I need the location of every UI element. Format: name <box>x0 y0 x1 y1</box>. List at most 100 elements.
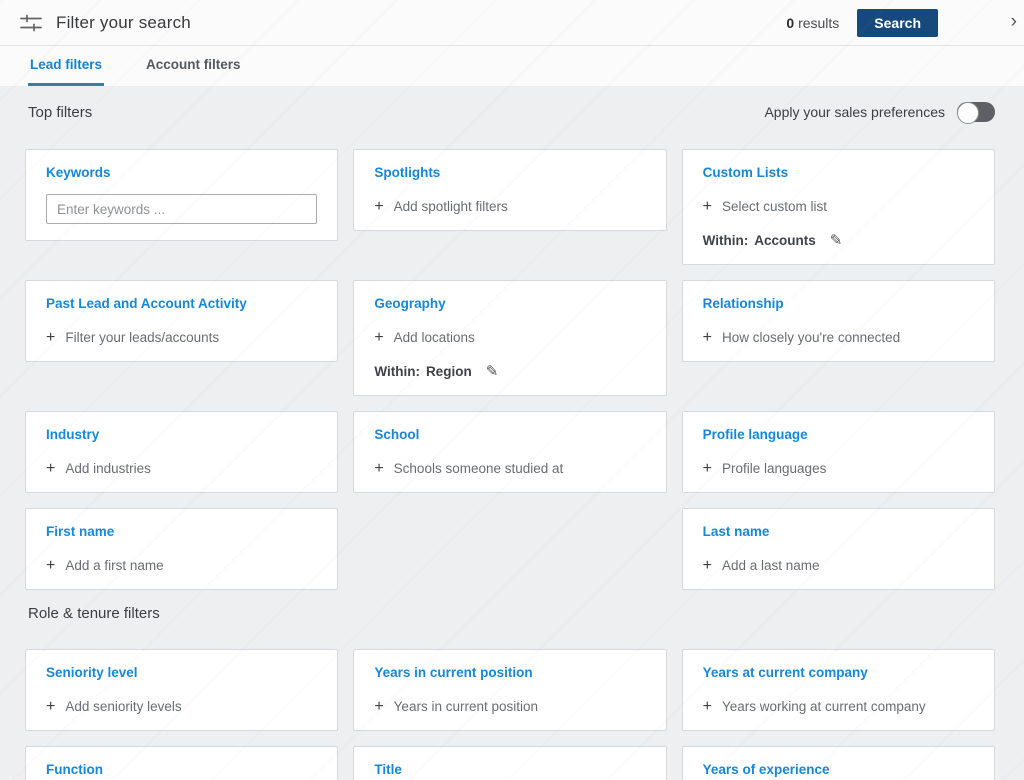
search-button[interactable]: Search <box>857 9 938 37</box>
filter-sliders-icon <box>20 14 42 32</box>
add-filter-action-label: Add a last name <box>722 557 820 574</box>
add-filter-action[interactable]: + Schools someone studied at <box>374 460 645 477</box>
filter-card-title: Keywords <box>46 164 317 181</box>
results-count: 0 results <box>786 15 839 31</box>
filter-card-industry: Industry + Add industries <box>25 411 338 493</box>
filter-card-title: Profile language <box>703 426 974 443</box>
panel-header: Filter your search 0 results Search › <box>0 0 1024 46</box>
plus-icon: + <box>46 558 55 573</box>
filter-card-title: First name <box>46 523 317 540</box>
filter-card-school: School+Schools someone studied at <box>353 411 666 493</box>
add-filter-action[interactable]: + Profile languages <box>703 460 974 477</box>
add-filter-action-label: Add locations <box>394 329 475 346</box>
add-filter-action[interactable]: + Add spotlight filters <box>374 198 645 215</box>
filter-card-spotlights: Spotlights + Add spotlight filters <box>353 149 666 231</box>
filter-card-title: Title <box>353 746 666 780</box>
filter-panel: Filter your search 0 results Search › Le… <box>0 0 1024 780</box>
plus-icon: + <box>374 330 383 345</box>
filter-card-title: Title <box>374 761 645 778</box>
filter-card-years-of-experience: Years of experience <box>682 746 995 780</box>
plus-icon: + <box>703 330 712 345</box>
plus-icon: + <box>46 461 55 476</box>
filter-card-title: Seniority level <box>46 664 317 681</box>
keywords-input[interactable] <box>46 194 317 224</box>
section-heading: Role & tenure filters <box>28 605 160 622</box>
filter-card-row: Seniority level + Add seniority levels Year… <box>0 649 1024 731</box>
add-filter-action[interactable]: + Select custom list <box>703 198 974 215</box>
add-filter-action[interactable]: + Add a last name <box>703 557 974 574</box>
filter-card-title: Relationship <box>703 295 974 312</box>
within-value: Region <box>426 363 472 380</box>
filter-card-row: First name+Add a first nameLast name+Add… <box>0 508 1024 590</box>
filter-card-row: Past Lead and Account Activity + Filter yo… <box>0 280 1024 396</box>
filter-card-relationship: Relationship + How closely you're connecte… <box>682 280 995 362</box>
plus-icon: + <box>374 461 383 476</box>
add-filter-action-label: Add spotlight filters <box>394 198 508 215</box>
filter-card-first-name: First name +Add a first name <box>25 508 338 590</box>
section-header-row: Role & tenure filters <box>0 605 1024 622</box>
add-filter-action-label: Profile languages <box>722 460 826 477</box>
tab-account-filters[interactable]: Account filters <box>144 46 243 86</box>
add-filter-action-label: Select custom list <box>722 198 827 215</box>
within-row: Within: Accounts ✎ <box>703 232 974 249</box>
plus-icon: + <box>374 199 383 214</box>
add-filter-action[interactable]: +Add a first name <box>46 557 317 574</box>
filter-card-title: Spotlights <box>374 164 645 181</box>
results-number: 0 <box>786 15 794 31</box>
plus-icon: + <box>374 699 383 714</box>
filter-card-title: Industry <box>46 426 317 443</box>
add-filter-action-label: Add industries <box>65 460 151 477</box>
add-filter-action-label: Filter your leads/accounts <box>65 329 219 346</box>
add-filter-action[interactable]: + Add seniority levels <box>46 698 317 715</box>
filter-card-past-lead-account-activity: Past Lead and Account Activity + Filter yo… <box>25 280 338 362</box>
filter-card-seniority-level: Seniority level + Add seniority levels <box>25 649 338 731</box>
sales-preferences-control: Apply your sales preferences <box>764 102 995 122</box>
filter-card-title: Years of experience <box>703 761 974 778</box>
edit-pencil-icon[interactable]: ✎ <box>486 363 499 380</box>
edit-pencil-icon[interactable]: ✎ <box>830 232 843 249</box>
filter-card-profile-language: Profile language + Profile languages <box>682 411 995 493</box>
filter-card-title: Past Lead and Account Activity <box>46 295 317 312</box>
results-label: results <box>798 15 839 31</box>
within-label: Within: <box>703 232 749 249</box>
preferences-toggle-switch[interactable] <box>957 102 995 122</box>
add-filter-action-label: Years working at current company <box>722 698 926 715</box>
plus-icon: + <box>46 330 55 345</box>
plus-icon: + <box>703 461 712 476</box>
filter-card-geography: Geography + Add locations Within: Region ✎ <box>353 280 666 396</box>
add-filter-action[interactable]: + Filter your leads/accounts <box>46 329 317 346</box>
filter-card-row: Function Title Years of experience <box>0 746 1024 780</box>
preferences-toggle-label: Apply your sales preferences <box>764 104 945 120</box>
filter-card-row: Keywords Spotlights + Add spotlight filters… <box>0 149 1024 265</box>
filter-card-last-name: Last name+Add a last name <box>682 508 995 590</box>
add-filter-action[interactable]: + Add industries <box>46 460 317 477</box>
plus-icon: + <box>703 199 712 214</box>
add-filter-action[interactable]: + Years working at current company <box>703 698 974 715</box>
filter-card-keywords: Keywords <box>25 149 338 241</box>
filter-card-function: Function <box>25 746 338 780</box>
tab-bar: Lead filters Account filters <box>0 46 1024 86</box>
filter-card-title: Function <box>46 761 317 778</box>
tab-lead-filters[interactable]: Lead filters <box>28 46 104 86</box>
filter-card-title: Geography <box>374 295 645 312</box>
filter-card-title: Years in current position <box>374 664 645 681</box>
filter-card-years-in-current-position: Years in current position +Years in curre… <box>353 649 666 731</box>
add-filter-action[interactable]: + How closely you're connected <box>703 329 974 346</box>
filter-card-years-at-current-company: Years at current company+Years working a… <box>682 649 995 731</box>
plus-icon: + <box>46 699 55 714</box>
add-filter-action[interactable]: + Add locations <box>374 329 645 346</box>
plus-icon: + <box>703 699 712 714</box>
panel-title: Filter your search <box>56 13 191 33</box>
filter-card-row: Industry+Add industriesSchool+Schools so… <box>0 411 1024 493</box>
filter-card-custom-lists: Custom Lists + Select custom list Within: Ac… <box>682 149 995 265</box>
add-filter-action[interactable]: +Years in current position <box>374 698 645 715</box>
chevron-right-icon[interactable]: › <box>1011 12 1017 31</box>
within-value: Accounts <box>754 232 816 249</box>
within-row: Within: Region ✎ <box>374 363 645 380</box>
add-filter-action-label: Add seniority levels <box>65 698 181 715</box>
within-label: Within: <box>374 363 420 380</box>
add-filter-action-label: How closely you're connected <box>722 329 900 346</box>
filter-card-title: Custom Lists <box>703 164 974 181</box>
plus-icon: + <box>703 558 712 573</box>
add-filter-action-label: Schools someone studied at <box>394 460 564 477</box>
